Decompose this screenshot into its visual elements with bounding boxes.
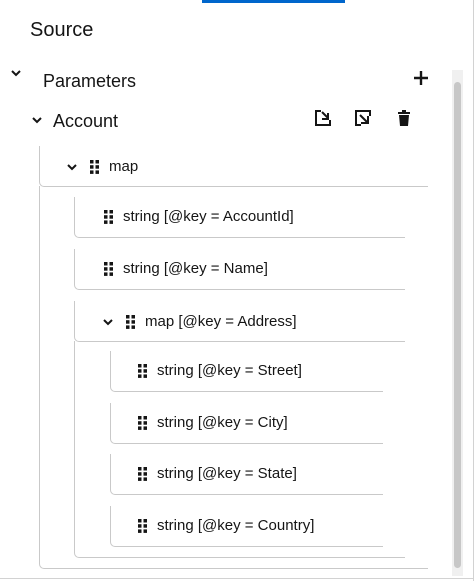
chevron-down-icon xyxy=(31,114,43,126)
tree-node-label: map xyxy=(109,158,139,175)
tree-node-label: string [@key = Country] xyxy=(157,517,315,534)
tree-node-country-row: string [@key = Country] xyxy=(138,517,314,534)
tree-node-address-row: map [@key = Address] xyxy=(102,313,297,330)
account-label: Account xyxy=(53,111,119,131)
grip-vertical-icon[interactable] xyxy=(126,314,135,329)
account-toggle[interactable] xyxy=(31,114,43,126)
delete-parameter-button[interactable] xyxy=(393,109,415,131)
tree-node-city-row: string [@key = City] xyxy=(138,414,288,431)
grip-vertical-icon[interactable] xyxy=(104,261,113,276)
add-parameter-button[interactable] xyxy=(410,69,432,91)
tree-node-label: map [@key = Address] xyxy=(145,313,297,330)
parameters-label: Parameters xyxy=(43,71,137,91)
grip-vertical-icon[interactable] xyxy=(138,415,147,430)
tree-node-account-id-row: string [@key = AccountId] xyxy=(104,208,294,225)
tree-node-label: string [@key = City] xyxy=(157,414,288,431)
tree-node-label: string [@key = Name] xyxy=(123,260,268,277)
chevron-down-icon xyxy=(10,67,22,79)
plus-icon xyxy=(412,69,430,92)
tree-node-label: string [@key = Street] xyxy=(157,362,302,379)
grip-vertical-icon[interactable] xyxy=(138,363,147,378)
tree-node-root-row: map xyxy=(66,158,138,175)
export-schema-button[interactable] xyxy=(352,109,374,131)
grip-vertical-icon[interactable] xyxy=(138,466,147,481)
import-schema-button[interactable] xyxy=(312,109,334,131)
grip-vertical-icon[interactable] xyxy=(138,518,147,533)
export-icon xyxy=(354,109,372,132)
scrollbar-thumb[interactable] xyxy=(454,82,461,568)
chevron-down-icon[interactable] xyxy=(66,161,78,173)
parameters-toggle[interactable] xyxy=(10,67,22,79)
divider xyxy=(0,578,474,579)
grip-vertical-icon[interactable] xyxy=(90,159,99,174)
active-tab-indicator xyxy=(202,0,345,3)
scrollbar[interactable] xyxy=(452,70,463,576)
tree-node-state-row: string [@key = State] xyxy=(138,465,297,482)
tree-node-label: string [@key = State] xyxy=(157,465,297,482)
chevron-down-icon[interactable] xyxy=(102,316,114,328)
panel-title: Source xyxy=(30,19,94,41)
grip-vertical-icon[interactable] xyxy=(104,209,113,224)
tree-node-name-row: string [@key = Name] xyxy=(104,260,268,277)
tree-node-label: string [@key = AccountId] xyxy=(123,208,294,225)
tree-node-street-row: string [@key = Street] xyxy=(138,362,302,379)
trash-icon xyxy=(395,109,413,132)
import-icon xyxy=(314,109,332,132)
